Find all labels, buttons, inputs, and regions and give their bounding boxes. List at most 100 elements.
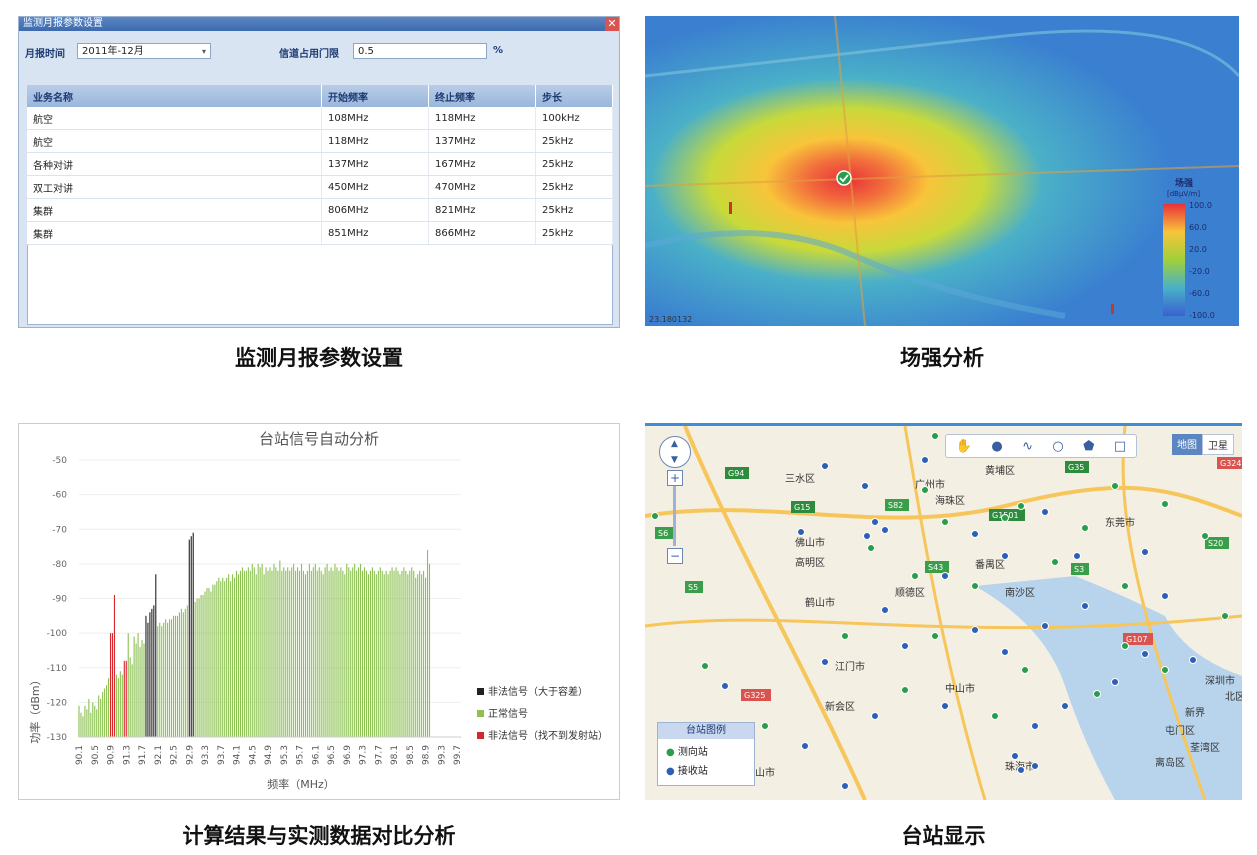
station-pin[interactable] [1111, 678, 1119, 686]
table-row[interactable]: 各种对讲 137MHz 167MHz 25kHz [27, 152, 613, 176]
station-pin[interactable] [1041, 508, 1049, 516]
station-pin[interactable] [1201, 532, 1209, 540]
road-label: G94 [728, 469, 744, 478]
station-pin[interactable] [931, 632, 939, 640]
column-header-step[interactable]: 步长 [535, 85, 613, 107]
station-pin[interactable] [1017, 766, 1025, 774]
station-pin[interactable] [901, 686, 909, 694]
station-pin[interactable] [901, 642, 909, 650]
station-pin[interactable] [1161, 592, 1169, 600]
table-row[interactable]: 集群 851MHz 866MHz 25kHz [27, 221, 613, 245]
station-pin[interactable] [1161, 500, 1169, 508]
month-select[interactable]: 2011年-12月 ▾ [77, 43, 211, 59]
station-marker[interactable] [729, 202, 732, 214]
station-pin[interactable] [971, 582, 979, 590]
station-marker[interactable] [1111, 304, 1114, 314]
station-pin[interactable] [1011, 752, 1019, 760]
station-pin[interactable] [871, 712, 879, 720]
hand-icon[interactable]: ✋ [956, 439, 972, 454]
close-icon[interactable]: ✕ [605, 17, 619, 31]
chevron-down-icon[interactable]: ▼ [671, 455, 678, 465]
chevron-down-icon[interactable]: ▾ [202, 44, 206, 60]
rectangle-icon[interactable]: □ [1114, 439, 1126, 454]
station-pin[interactable] [861, 482, 869, 490]
station-pin[interactable] [1141, 548, 1149, 556]
station-pin[interactable] [1121, 642, 1129, 650]
column-header-start[interactable]: 开始频率 [321, 85, 429, 107]
station-pin[interactable] [1031, 722, 1039, 730]
station-pin[interactable] [761, 722, 769, 730]
table-row[interactable]: 航空 108MHz 118MHz 100kHz [27, 107, 613, 130]
station-pin[interactable] [1141, 650, 1149, 658]
station-pin[interactable] [1021, 666, 1029, 674]
station-pin[interactable] [1001, 552, 1009, 560]
station-pin[interactable] [701, 662, 709, 670]
chevron-up-icon[interactable]: ▲ [671, 439, 678, 449]
station-pin[interactable] [797, 528, 805, 536]
station-pin[interactable] [1001, 514, 1009, 522]
table-row[interactable]: 集群 806MHz 821MHz 25kHz [27, 198, 613, 222]
station-pin[interactable] [801, 742, 809, 750]
station-pin[interactable] [1189, 656, 1197, 664]
station-pin[interactable] [881, 526, 889, 534]
zoom-in-button[interactable]: + [667, 470, 683, 486]
bar [222, 577, 224, 737]
pan-control[interactable]: ▲ ▼ [659, 436, 691, 468]
threshold-input[interactable]: 0.5 [353, 43, 487, 59]
marker-icon[interactable]: ● [991, 439, 1002, 454]
polygon-icon[interactable]: ⬟ [1083, 439, 1094, 454]
polyline-icon[interactable]: ∿ [1022, 439, 1033, 454]
x-tick-label: 92.9 [185, 745, 195, 765]
station-pin[interactable] [651, 512, 659, 520]
station-pin[interactable] [1221, 612, 1229, 620]
station-pin[interactable] [991, 712, 999, 720]
station-pin[interactable] [1111, 482, 1119, 490]
station-pin[interactable] [841, 632, 849, 640]
column-header-end[interactable]: 终止频率 [428, 85, 536, 107]
station-pin[interactable] [941, 572, 949, 580]
station-pin[interactable] [881, 606, 889, 614]
station-pin[interactable] [941, 702, 949, 710]
station-pin[interactable] [721, 682, 729, 690]
station-pin[interactable] [821, 658, 829, 666]
station-pin[interactable] [1073, 552, 1081, 560]
station-pin[interactable] [921, 456, 929, 464]
circle-icon[interactable]: ○ [1052, 439, 1063, 454]
station-marker[interactable] [836, 170, 852, 186]
zoom-out-button[interactable]: − [667, 548, 683, 564]
heatmap-canvas[interactable]: 场强 [dBµV/m] 100.0 60.0 20.0 -20.0 -60.0 … [645, 16, 1239, 326]
station-pin[interactable] [1121, 582, 1129, 590]
station-pin[interactable] [871, 518, 879, 526]
station-pin[interactable] [941, 518, 949, 526]
station-pin[interactable] [971, 626, 979, 634]
table-row[interactable]: 航空 118MHz 137MHz 25kHz [27, 129, 613, 153]
station-pin[interactable] [1161, 666, 1169, 674]
station-pin[interactable] [921, 486, 929, 494]
station-pin[interactable] [1093, 690, 1101, 698]
column-header-name[interactable]: 业务名称 [27, 85, 322, 107]
station-pin[interactable] [841, 782, 849, 790]
bar [271, 570, 273, 737]
station-pin[interactable] [1081, 524, 1089, 532]
map-type-map[interactable]: 地图 [1172, 434, 1202, 455]
place-label: 新界 [1185, 706, 1205, 719]
station-pin[interactable] [821, 462, 829, 470]
station-pin[interactable] [931, 432, 939, 440]
station-pin[interactable] [867, 544, 875, 552]
station-map[interactable]: 广州市 海珠区 番禺区 东莞市 佛山市 南沙区 江门市 中山市 新会区 深圳市 新界 屯门区 高明区 鹤山… [645, 423, 1242, 800]
station-pin[interactable] [1081, 602, 1089, 610]
table-row[interactable]: 双工对讲 450MHz 470MHz 25kHz [27, 175, 613, 199]
field-strength-map[interactable]: 场强 [dBµV/m] 100.0 60.0 20.0 -20.0 -60.0 … [645, 16, 1239, 326]
map-type-satellite[interactable]: 卫星 [1202, 434, 1234, 455]
station-pin[interactable] [971, 530, 979, 538]
station-pin[interactable] [1041, 622, 1049, 630]
station-pin[interactable] [1031, 762, 1039, 770]
station-pin[interactable] [1017, 502, 1025, 510]
station-pin[interactable] [863, 532, 871, 540]
station-pin[interactable] [1001, 648, 1009, 656]
station-pin[interactable] [1051, 558, 1059, 566]
station-pin[interactable] [1061, 702, 1069, 710]
bar [409, 570, 411, 737]
station-pin[interactable] [911, 572, 919, 580]
zoom-slider[interactable] [673, 486, 676, 546]
